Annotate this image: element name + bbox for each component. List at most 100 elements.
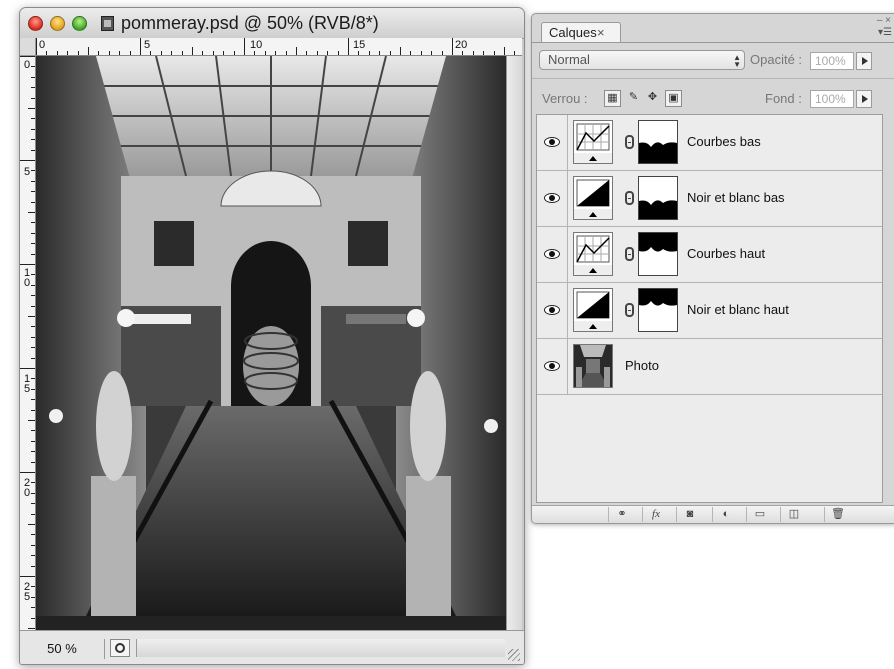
- ruler-tick: [28, 316, 35, 317]
- stepper-arrows-icon: ▲ ▼: [733, 53, 741, 69]
- link-icon[interactable]: [625, 191, 634, 205]
- layer-name[interactable]: Noir et blanc haut: [687, 302, 789, 317]
- visibility-toggle[interactable]: [537, 227, 568, 282]
- new-group-icon[interactable]: ▭: [746, 507, 773, 522]
- new-adjustment-layer-icon[interactable]: ◐: [712, 507, 739, 522]
- ruler-tick: [67, 51, 69, 55]
- layer-row[interactable]: Photo: [537, 339, 882, 395]
- ruler-tick: [31, 305, 35, 307]
- horizontal-ruler[interactable]: 0 5 10 15 20: [36, 38, 522, 56]
- link-icon[interactable]: [625, 303, 634, 317]
- layer-row[interactable]: Courbes bas: [537, 115, 882, 171]
- minimize-window-button[interactable]: [50, 16, 65, 31]
- layer-mask-thumbnail[interactable]: [638, 120, 678, 164]
- link-layers-icon[interactable]: ⚭: [608, 507, 635, 522]
- ruler-tick: [77, 51, 79, 55]
- visibility-toggle[interactable]: [537, 115, 568, 170]
- layer-mask-thumbnail[interactable]: [638, 176, 678, 220]
- vertical-ruler[interactable]: 0 5 10 15 20 25: [20, 56, 36, 630]
- visibility-toggle[interactable]: [537, 339, 568, 394]
- fill-field[interactable]: 100%: [810, 90, 854, 108]
- divider: [532, 42, 894, 43]
- opacity-slider-button[interactable]: [856, 52, 872, 70]
- divider: [532, 78, 894, 79]
- ruler-tick: [31, 388, 35, 390]
- ruler-label: 5: [144, 39, 151, 51]
- tab-calques[interactable]: Calques ×: [541, 22, 621, 42]
- ruler-label: 5: [23, 166, 31, 178]
- ruler-tick: [31, 482, 35, 484]
- ruler-tick: [31, 66, 35, 68]
- ruler-tick: [31, 180, 35, 182]
- ruler-tick: [31, 617, 35, 619]
- vertical-scrollbar[interactable]: [506, 56, 522, 630]
- layer-row[interactable]: Noir et blanc haut: [537, 283, 882, 339]
- ruler-tick: [31, 97, 35, 99]
- ruler-tick: [379, 51, 381, 55]
- curves-icon: [573, 120, 613, 164]
- visibility-toggle[interactable]: [537, 171, 568, 226]
- ruler-tick: [233, 51, 235, 55]
- layer-row[interactable]: Noir et blanc bas: [537, 171, 882, 227]
- zoom-window-button[interactable]: [72, 16, 87, 31]
- lock-all-icon[interactable]: ▣: [665, 90, 682, 107]
- ruler-tick: [431, 51, 433, 55]
- ruler-tick: [31, 534, 35, 536]
- ruler-tick: [275, 51, 277, 55]
- layer-mask-thumbnail[interactable]: [638, 288, 678, 332]
- opacity-field[interactable]: 100%: [810, 52, 854, 70]
- add-mask-icon[interactable]: ◙: [676, 507, 703, 522]
- layer-name[interactable]: Photo: [625, 358, 659, 373]
- ruler-tick: [31, 503, 35, 505]
- ruler-tick: [31, 149, 35, 151]
- layers-panel: Calques × – × ▾☰ Normal ▲ ▼ Opacité : 100…: [531, 13, 894, 524]
- link-icon[interactable]: [625, 247, 634, 261]
- ruler-tick: [368, 51, 370, 55]
- ruler-tick: [31, 555, 35, 557]
- lock-image-icon[interactable]: ✎: [625, 90, 642, 107]
- ruler-tick: [31, 253, 35, 255]
- document-title: pommeray.psd @ 50% (RVB/8*): [121, 13, 379, 33]
- layer-name[interactable]: Noir et blanc bas: [687, 190, 785, 205]
- ruler-tick: [31, 222, 35, 224]
- link-icon[interactable]: [625, 135, 634, 149]
- opacity-label: Opacité :: [750, 52, 803, 67]
- layer-row[interactable]: Courbes haut: [537, 227, 882, 283]
- zoom-level-field[interactable]: 50 %: [20, 639, 105, 659]
- ruler-tick: [441, 51, 443, 55]
- horizontal-scrollbar[interactable]: [136, 639, 505, 657]
- layer-mask-thumbnail[interactable]: [638, 232, 678, 276]
- ruler-tick: [31, 347, 35, 349]
- panel-collapse-icon[interactable]: – ×: [877, 15, 891, 26]
- layer-name[interactable]: Courbes bas: [687, 134, 761, 149]
- document-titlebar[interactable]: pommeray.psd @ 50% (RVB/8*): [20, 8, 524, 39]
- ruler-tick: [20, 368, 35, 369]
- status-info-button[interactable]: [110, 639, 130, 657]
- panel-menu-icon[interactable]: ▾☰: [878, 27, 892, 38]
- ruler-tick: [296, 47, 297, 55]
- ruler-tick: [348, 38, 349, 55]
- ruler-tick: [31, 118, 35, 120]
- trash-icon[interactable]: 🗑: [824, 507, 851, 522]
- ruler-tick: [28, 524, 35, 525]
- lock-transparency-icon[interactable]: ▦: [604, 90, 621, 107]
- image-canvas[interactable]: [36, 56, 506, 630]
- ruler-tick: [452, 38, 453, 55]
- blend-mode-select[interactable]: Normal ▲ ▼: [539, 50, 745, 70]
- document-proxy-icon[interactable]: [101, 16, 114, 31]
- fill-slider-button[interactable]: [856, 90, 872, 108]
- resize-grip-icon[interactable]: [508, 649, 520, 661]
- ruler-origin[interactable]: [20, 38, 36, 56]
- lock-position-icon[interactable]: ✥: [644, 90, 661, 107]
- new-layer-icon[interactable]: ◫: [780, 507, 807, 522]
- ruler-tick: [31, 201, 35, 203]
- tab-close-icon[interactable]: ×: [597, 23, 605, 43]
- ruler-tick: [31, 513, 35, 515]
- visibility-toggle[interactable]: [537, 283, 568, 338]
- layer-name[interactable]: Courbes haut: [687, 246, 765, 261]
- close-window-button[interactable]: [28, 16, 43, 31]
- ruler-tick: [20, 264, 35, 265]
- ruler-tick: [223, 51, 225, 55]
- ruler-tick: [31, 430, 35, 432]
- add-layer-style-icon[interactable]: fx: [642, 507, 669, 522]
